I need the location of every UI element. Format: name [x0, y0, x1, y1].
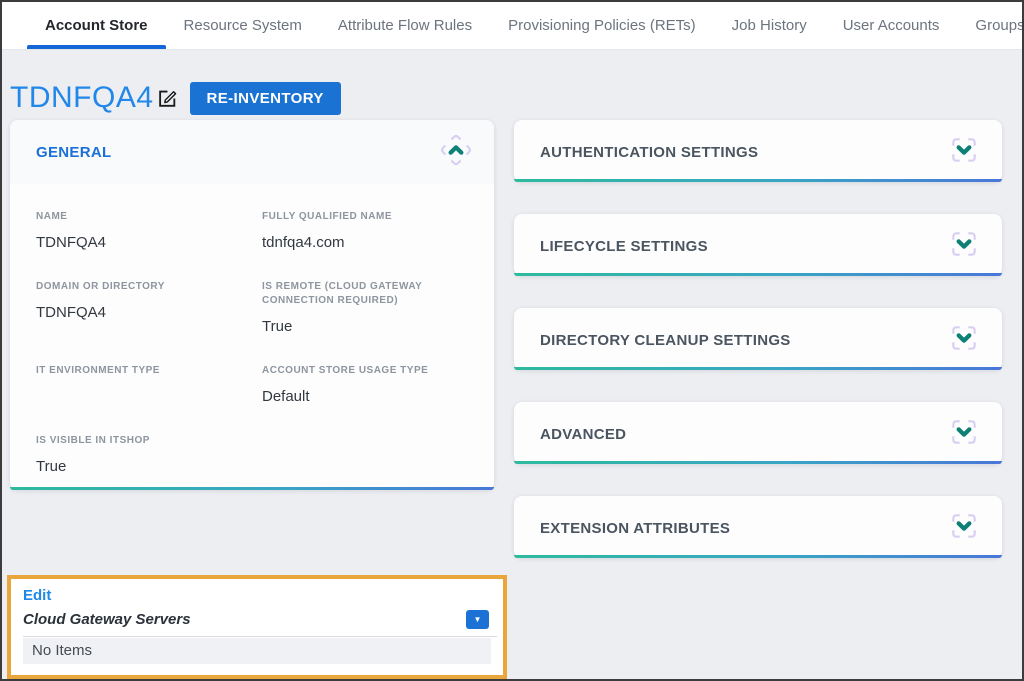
app-window: Account Store Resource System Attribute …	[0, 0, 1024, 681]
field-label: FULLY QUALIFIED NAME	[262, 210, 474, 224]
tab-user-accounts[interactable]: User Accounts	[825, 2, 958, 49]
right-column: AUTHENTICATION SETTINGS	[514, 120, 1002, 558]
two-column-layout: GENERAL	[10, 120, 1002, 558]
tab-account-store[interactable]: Account Store	[27, 2, 166, 49]
general-card-title: GENERAL	[36, 144, 111, 161]
tab-bar: Account Store Resource System Attribute …	[2, 2, 1022, 50]
chevron-down-icon[interactable]	[948, 416, 980, 453]
field-value: tdnfqa4.com	[262, 234, 474, 252]
field-value	[36, 388, 248, 406]
field-name: NAME TDNFQA4	[36, 210, 248, 252]
section-title: AUTHENTICATION SETTINGS	[540, 144, 758, 161]
field-value: True	[36, 458, 248, 476]
chevron-down-icon[interactable]	[948, 322, 980, 359]
field-value: TDNFQA4	[36, 234, 248, 252]
chevron-up-icon[interactable]	[440, 134, 472, 171]
tab-groups[interactable]: Groups	[957, 2, 1024, 49]
field-domain-or-directory: DOMAIN OR DIRECTORY TDNFQA4	[36, 280, 248, 336]
field-value: True	[262, 318, 474, 336]
no-items-row: No Items	[23, 638, 491, 664]
gateway-panel-title: Cloud Gateway Servers	[23, 611, 191, 628]
edit-link[interactable]: Edit	[23, 587, 51, 604]
gateway-title-row: Cloud Gateway Servers ▼	[23, 610, 497, 629]
cloud-gateway-servers-panel: Edit Cloud Gateway Servers ▼ No Items	[7, 575, 507, 679]
chevron-down-icon[interactable]	[948, 134, 980, 171]
field-is-remote: IS REMOTE (CLOUD GATEWAY CONNECTION REQU…	[262, 280, 474, 336]
tab-attribute-flow-rules[interactable]: Attribute Flow Rules	[320, 2, 490, 49]
gateway-dropdown-button[interactable]: ▼	[466, 610, 489, 629]
field-value: Default	[262, 388, 474, 406]
chevron-down-icon[interactable]	[948, 228, 980, 265]
section-header[interactable]: ADVANCED	[514, 402, 1002, 466]
field-label: NAME	[36, 210, 248, 224]
field-label: ACCOUNT STORE USAGE TYPE	[262, 364, 474, 378]
section-header[interactable]: DIRECTORY CLEANUP SETTINGS	[514, 308, 1002, 372]
page-title: TDNFQA4	[10, 81, 154, 115]
general-card-header[interactable]: GENERAL	[10, 120, 494, 184]
chevron-down-icon: ▼	[474, 616, 482, 624]
field-label: IT ENVIRONMENT TYPE	[36, 364, 248, 378]
tab-resource-system[interactable]: Resource System	[166, 2, 320, 49]
field-account-store-usage-type: ACCOUNT STORE USAGE TYPE Default	[262, 364, 474, 406]
lifecycle-settings-card: LIFECYCLE SETTINGS	[514, 214, 1002, 276]
field-label: IS VISIBLE IN ITSHOP	[36, 434, 248, 448]
field-is-visible-in-itshop: IS VISIBLE IN ITSHOP True	[36, 434, 248, 476]
tab-provisioning-policies[interactable]: Provisioning Policies (RETs)	[490, 2, 714, 49]
field-label: IS REMOTE (CLOUD GATEWAY CONNECTION REQU…	[262, 280, 474, 308]
title-row: TDNFQA4 RE-INVENTORY	[10, 80, 1002, 116]
page-content: TDNFQA4 RE-INVENTORY GENERAL	[2, 50, 1022, 679]
field-label: DOMAIN OR DIRECTORY	[36, 280, 248, 294]
general-fields: NAME TDNFQA4 FULLY QUALIFIED NAME tdnfqa…	[10, 184, 494, 476]
left-column: GENERAL	[10, 120, 494, 558]
directory-cleanup-settings-card: DIRECTORY CLEANUP SETTINGS	[514, 308, 1002, 370]
section-header[interactable]: LIFECYCLE SETTINGS	[514, 214, 1002, 278]
section-title: DIRECTORY CLEANUP SETTINGS	[540, 332, 791, 349]
edit-pencil-icon[interactable]	[156, 87, 178, 114]
general-card: GENERAL	[10, 120, 494, 490]
section-title: EXTENSION ATTRIBUTES	[540, 520, 730, 537]
chevron-down-icon[interactable]	[948, 510, 980, 547]
field-fully-qualified-name: FULLY QUALIFIED NAME tdnfqa4.com	[262, 210, 474, 252]
tab-job-history[interactable]: Job History	[714, 2, 825, 49]
section-title: ADVANCED	[540, 426, 626, 443]
re-inventory-button[interactable]: RE-INVENTORY	[190, 82, 341, 115]
section-title: LIFECYCLE SETTINGS	[540, 238, 708, 255]
advanced-card: ADVANCED	[514, 402, 1002, 464]
field-it-environment-type: IT ENVIRONMENT TYPE	[36, 364, 248, 406]
field-value: TDNFQA4	[36, 304, 248, 322]
section-header[interactable]: EXTENSION ATTRIBUTES	[514, 496, 1002, 560]
divider	[23, 636, 497, 637]
extension-attributes-card: EXTENSION ATTRIBUTES	[514, 496, 1002, 558]
authentication-settings-card: AUTHENTICATION SETTINGS	[514, 120, 1002, 182]
section-header[interactable]: AUTHENTICATION SETTINGS	[514, 120, 1002, 184]
